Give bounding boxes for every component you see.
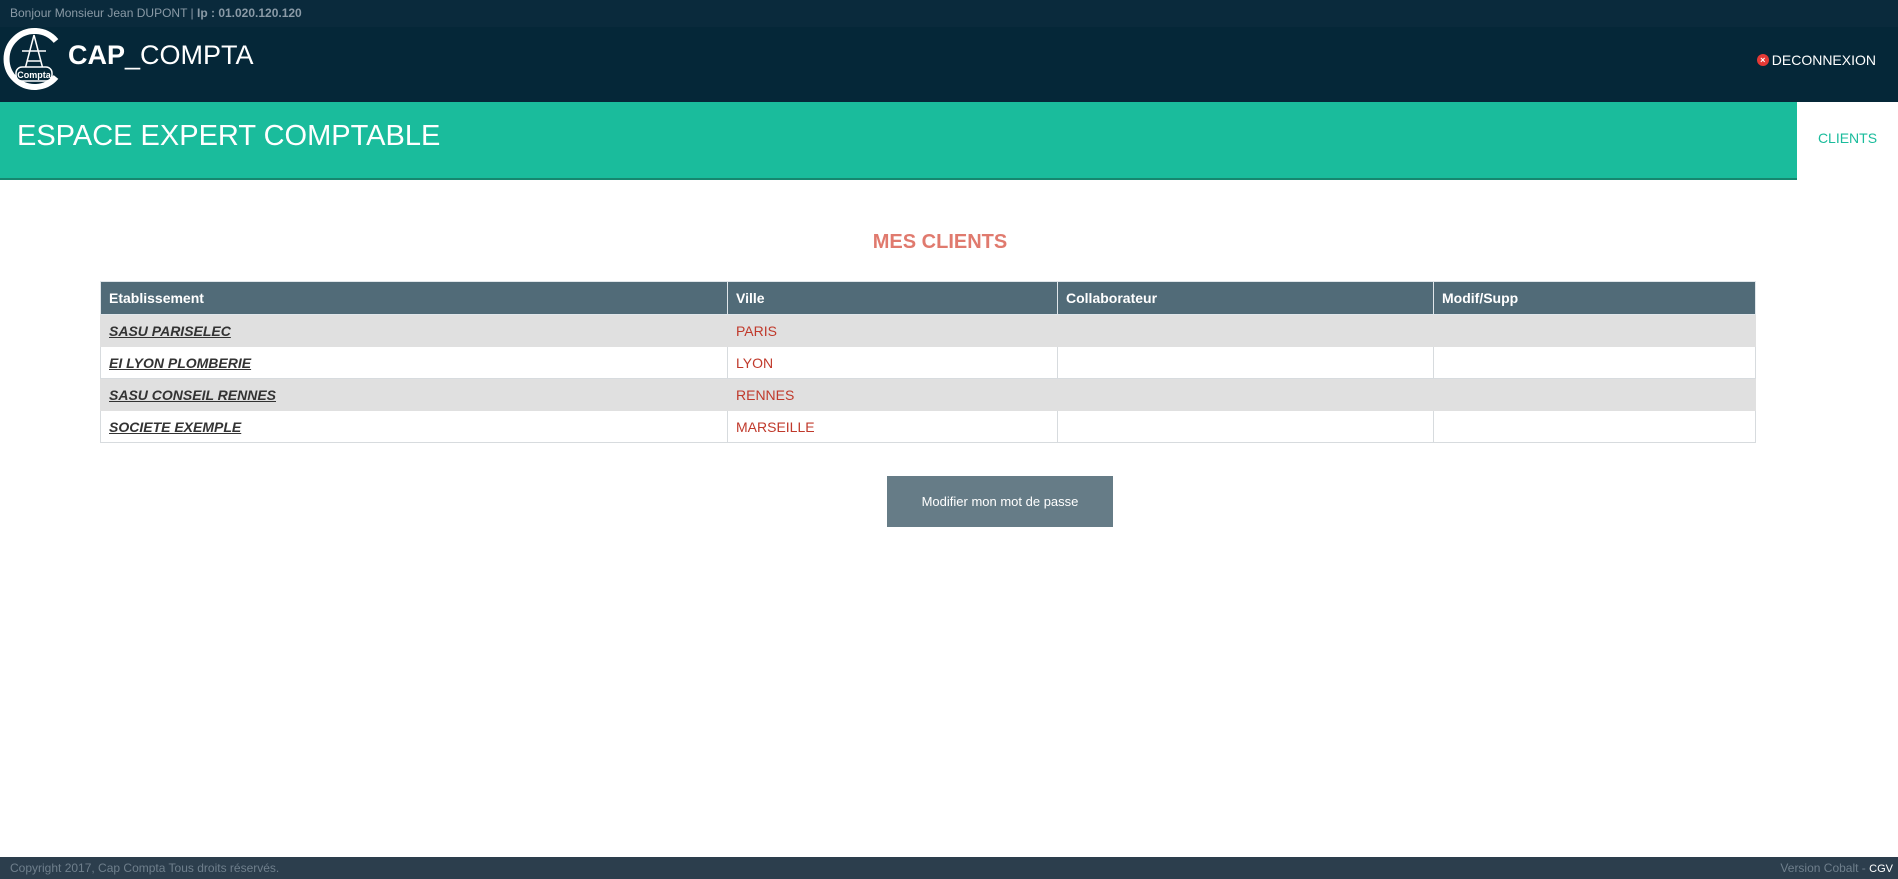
cell-collaborateur: [1057, 410, 1434, 443]
close-circle-icon: ×: [1756, 54, 1769, 66]
app-footer: Copyright 2017, Cap Compta Tous droits r…: [0, 857, 1898, 879]
top-info-bar: Bonjour Monsieur Jean DUPONT | Ip : 01.0…: [0, 0, 1898, 27]
column-header-etablissement: Etablissement: [100, 281, 728, 315]
table-header-row: Etablissement Ville Collaborateur Modif/…: [100, 281, 1756, 315]
logout-label: DECONNEXION: [1771, 52, 1876, 68]
copyright-text: Copyright 2017, Cap Compta Tous droits r…: [10, 861, 280, 875]
cell-etablissement: SOCIETE EXEMPLE: [100, 410, 728, 443]
cell-etablissement: SASU CONSEIL RENNES: [100, 378, 728, 411]
app-header: Compta CAP_COMPTA × DECONNEXION: [0, 27, 1898, 102]
table-row: EI LYON PLOMBERIE LYON: [100, 346, 1756, 379]
table-row: SASU PARISELEC PARIS: [100, 314, 1756, 347]
greeting-text: Bonjour Monsieur Jean DUPONT |: [10, 6, 194, 20]
cell-ville: PARIS: [727, 314, 1058, 347]
brand-name: CAP_COMPTA: [68, 40, 254, 71]
client-link[interactable]: SOCIETE EXEMPLE: [109, 419, 241, 435]
cell-etablissement: EI LYON PLOMBERIE: [100, 346, 728, 379]
brand-bold: CAP: [68, 40, 126, 70]
cell-etablissement: SASU PARISELEC: [100, 314, 728, 347]
page-title: ESPACE EXPERT COMPTABLE: [17, 120, 441, 152]
client-link[interactable]: SASU CONSEIL RENNES: [109, 387, 276, 403]
cgv-link[interactable]: CGV: [1869, 863, 1893, 875]
brand-rest: _COMPTA: [125, 40, 254, 70]
logout-button[interactable]: × DECONNEXION: [1756, 52, 1876, 68]
cell-collaborateur: [1057, 314, 1434, 347]
clients-section-title: MES CLIENTS: [872, 231, 1008, 253]
cell-modif-supp: [1433, 410, 1756, 443]
cell-ville: RENNES: [727, 378, 1058, 411]
cap-compta-logo-icon: Compta: [3, 28, 59, 90]
column-header-collaborateur: Collaborateur: [1057, 281, 1434, 315]
cell-collaborateur: [1057, 346, 1434, 379]
cell-ville: MARSEILLE: [727, 410, 1058, 443]
cell-ville: LYON: [727, 346, 1058, 379]
footer-version: Version Cobalt - CGV: [1780, 857, 1893, 879]
change-password-button[interactable]: Modifier mon mot de passe: [887, 476, 1113, 527]
cell-modif-supp: [1433, 346, 1756, 379]
cell-modif-supp: [1433, 314, 1756, 347]
clients-table: Etablissement Ville Collaborateur Modif/…: [100, 281, 1756, 443]
column-header-ville: Ville: [727, 281, 1058, 315]
table-row: SASU CONSEIL RENNES RENNES: [100, 378, 1756, 411]
column-header-modif-supp: Modif/Supp: [1433, 281, 1756, 315]
cell-collaborateur: [1057, 378, 1434, 411]
tab-clients[interactable]: CLIENTS: [1797, 102, 1898, 180]
ip-address: Ip : 01.020.120.120: [196, 6, 302, 20]
section-band: ESPACE EXPERT COMPTABLE CLIENTS: [0, 102, 1898, 180]
client-link[interactable]: EI LYON PLOMBERIE: [109, 355, 251, 371]
client-link[interactable]: SASU PARISELEC: [109, 323, 231, 339]
table-row: SOCIETE EXEMPLE MARSEILLE: [100, 410, 1756, 443]
logo-text: Compta: [17, 70, 51, 80]
cell-modif-supp: [1433, 378, 1756, 411]
version-text: Version Cobalt -: [1780, 861, 1866, 875]
